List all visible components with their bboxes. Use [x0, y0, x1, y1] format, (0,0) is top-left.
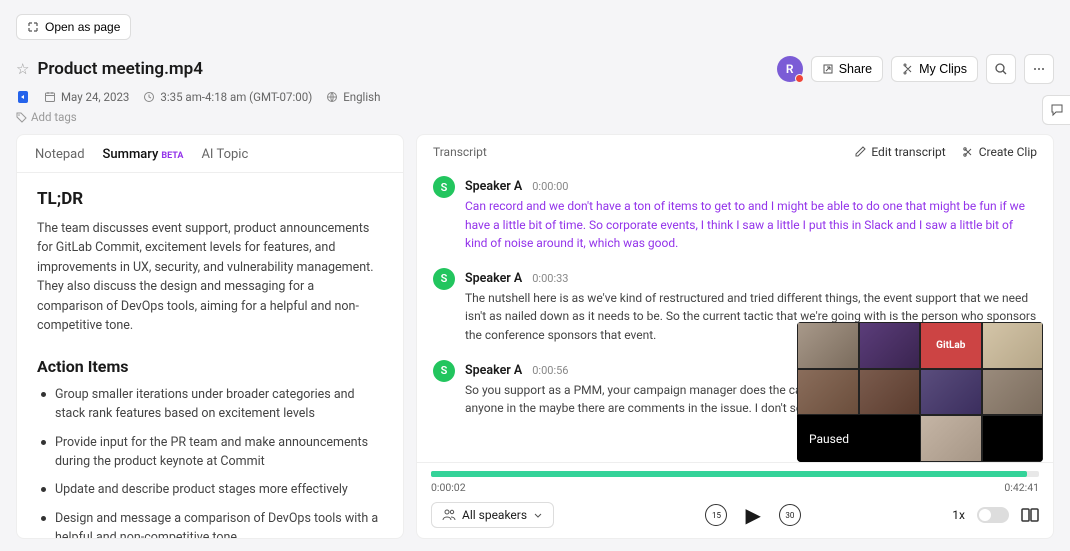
calendar-icon	[44, 91, 56, 103]
create-clip-button[interactable]: Create Clip	[962, 145, 1037, 159]
side-chat-tab[interactable]	[1042, 95, 1070, 125]
pencil-icon	[854, 146, 866, 158]
add-tags-button[interactable]: Add tags	[0, 106, 1070, 134]
speaker-name: Speaker A	[465, 271, 522, 286]
entry-time: 0:00:00	[532, 180, 568, 193]
search-button[interactable]	[986, 54, 1016, 84]
entry-text: Can record and we don't have a ton of it…	[465, 197, 1037, 253]
transcript-panel: Transcript Edit transcript Create Clip S…	[416, 134, 1054, 539]
paused-label: Paused	[797, 415, 920, 462]
speaker-name: Speaker A	[465, 363, 522, 378]
globe-icon	[326, 91, 338, 103]
action-item: Group smaller iterations under broader c…	[37, 386, 383, 424]
my-clips-button[interactable]: My Clips	[891, 56, 978, 82]
speaker-dropdown[interactable]: All speakers	[431, 502, 554, 528]
playback-speed[interactable]: 1x	[952, 508, 965, 522]
people-icon	[442, 509, 456, 521]
clip-icon	[902, 63, 914, 75]
star-icon[interactable]: ☆	[16, 60, 29, 78]
time-meta: 3:35 am-4:18 am (GMT-07:00)	[143, 90, 312, 104]
action-item: Provide input for the PR team and make a…	[37, 434, 383, 472]
transcript-label: Transcript	[433, 145, 487, 159]
action-item: Update and describe product stages more …	[37, 481, 383, 500]
current-time: 0:00:02	[431, 481, 466, 494]
date-meta: May 24, 2023	[44, 90, 129, 104]
transcript-entry[interactable]: S Speaker A 0:00:00 Can record and we do…	[433, 175, 1037, 253]
speaker-avatar: S	[433, 176, 455, 198]
entry-time: 0:00:56	[532, 364, 568, 377]
share-icon	[822, 63, 834, 75]
avatar[interactable]: R	[777, 56, 803, 82]
action-items-list: Group smaller iterations under broader c…	[37, 386, 383, 538]
more-icon	[1032, 62, 1046, 76]
speaker-avatar: S	[433, 268, 455, 290]
speaker-avatar: S	[433, 360, 455, 382]
chevron-down-icon	[533, 510, 543, 520]
tag-icon	[16, 112, 27, 123]
file-badge	[16, 90, 30, 104]
summary-panel: Notepad SummaryBETA AI Topic TL;DR The t…	[16, 134, 404, 539]
tab-ai-topic[interactable]: AI Topic	[201, 147, 248, 162]
search-icon	[994, 62, 1008, 76]
video-thumbnail[interactable]: GitLab Paused	[797, 322, 1043, 462]
edit-transcript-button[interactable]: Edit transcript	[854, 145, 945, 159]
expand-icon	[27, 21, 39, 33]
total-time: 0:42:41	[1004, 481, 1039, 494]
file-icon	[16, 90, 30, 104]
beta-badge: BETA	[161, 151, 183, 161]
toggle-switch[interactable]	[977, 507, 1009, 523]
chat-icon	[1050, 103, 1064, 117]
tldr-text: The team discusses event support, produc…	[37, 219, 383, 335]
tab-notepad[interactable]: Notepad	[35, 147, 85, 162]
play-button[interactable]: ▶	[745, 503, 760, 527]
open-page-label: Open as page	[45, 20, 120, 34]
tldr-heading: TL;DR	[37, 189, 383, 209]
scissors-icon	[962, 146, 974, 158]
skip-forward-button[interactable]: 30	[779, 504, 801, 526]
action-item: Design and message a comparison of DevOp…	[37, 510, 383, 538]
speaker-name: Speaker A	[465, 179, 522, 194]
progress-bar[interactable]	[431, 471, 1039, 477]
share-button[interactable]: Share	[811, 56, 883, 82]
clock-icon	[143, 91, 155, 103]
open-as-page-button[interactable]: Open as page	[16, 14, 131, 40]
tab-summary[interactable]: SummaryBETA	[103, 147, 184, 162]
language-meta: English	[326, 90, 380, 104]
page-title: Product meeting.mp4	[37, 59, 203, 79]
skip-back-button[interactable]: 15	[705, 504, 727, 526]
action-items-heading: Action Items	[37, 357, 383, 376]
more-button[interactable]	[1024, 54, 1054, 84]
pip-icon[interactable]	[1021, 508, 1039, 522]
player-bar: 0:00:02 0:42:41 All speakers 15 ▶ 30 1x	[417, 462, 1053, 538]
entry-time: 0:00:33	[532, 272, 568, 285]
